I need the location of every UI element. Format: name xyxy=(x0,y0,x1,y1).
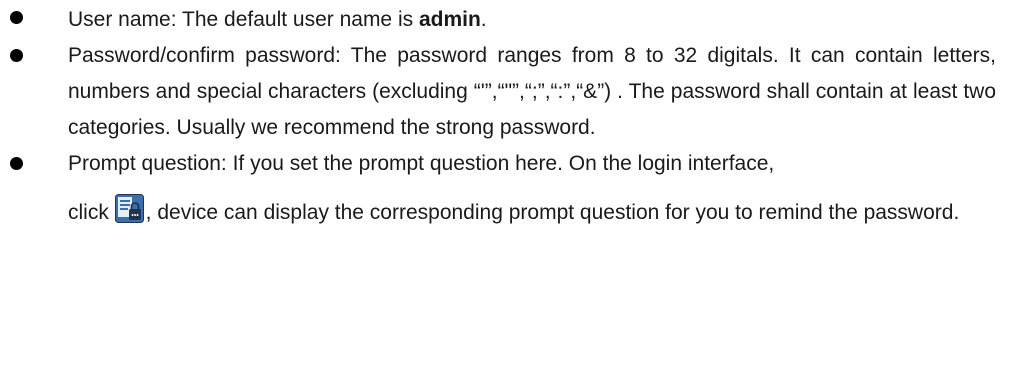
prompt-question-explanation: , device can display the corresponding p… xyxy=(145,201,960,224)
list-item-prompt-question: Prompt question: If you set the prompt q… xyxy=(0,146,1030,238)
click-label: click xyxy=(68,201,115,224)
list-item-password: Password/confirm password: The password … xyxy=(0,38,1030,146)
bullet-icon xyxy=(10,157,23,170)
prompt-question-continuation: click , device can display the correspon… xyxy=(68,188,996,238)
document-page: User name: The default user name is admi… xyxy=(0,0,1030,372)
prompt-question-text: Prompt question: If you set the prompt q… xyxy=(68,152,775,175)
list-item-user-name: User name: The default user name is admi… xyxy=(0,0,1030,38)
default-user-name: admin xyxy=(418,8,481,31)
password-text: Password/confirm password: The password … xyxy=(68,44,996,139)
user-name-text: User name: The default user name is xyxy=(68,8,419,31)
bullet-icon xyxy=(10,49,23,62)
user-name-period: . xyxy=(480,8,487,31)
bullet-icon xyxy=(10,11,23,24)
password-prompt-icon xyxy=(114,194,144,223)
